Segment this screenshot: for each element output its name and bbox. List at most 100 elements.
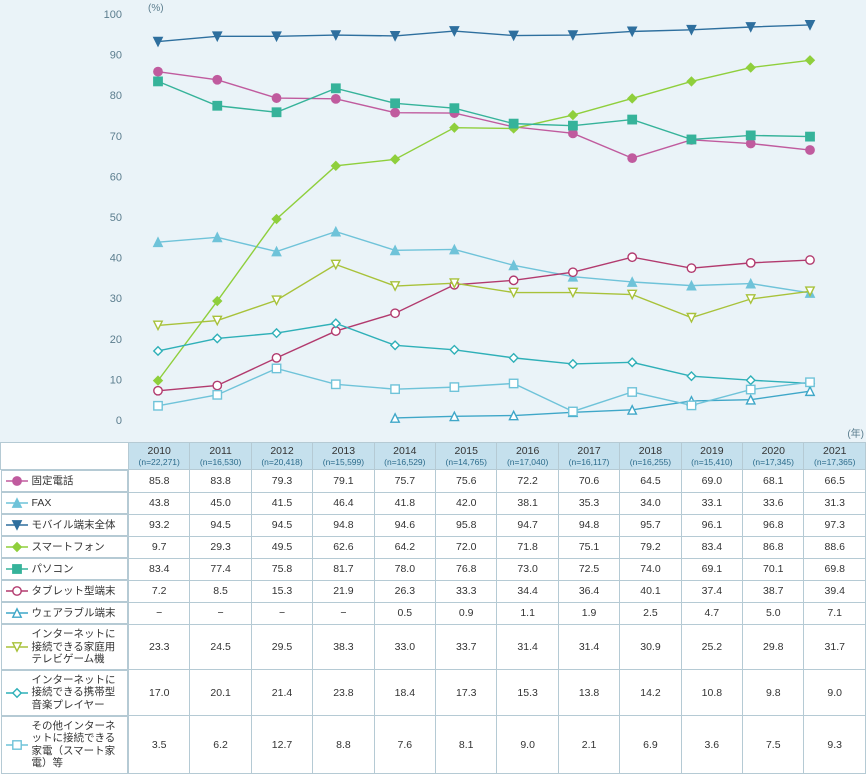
table-cell: − [313,602,374,624]
svg-text:40: 40 [110,253,122,265]
table-cell: 41.8 [374,492,435,514]
table-cell: 94.5 [190,514,251,536]
table-cell: 72.0 [436,536,497,558]
table-cell: 9.7 [129,536,190,558]
table-cell: 79.1 [313,470,374,493]
table-cell: 15.3 [497,670,558,716]
table-cell: 93.2 [129,514,190,536]
table-cell: 7.2 [129,580,190,602]
table-cell: 7.5 [743,716,804,774]
year-header: 2016(n=17,040) [497,443,558,470]
table-cell: 88.6 [804,536,866,558]
year-header: 2018(n=16,255) [620,443,681,470]
table-cell: 4.7 [681,602,742,624]
table-cell: 71.8 [497,536,558,558]
table-cell: 41.5 [251,492,312,514]
year-header: 2012(n=20,418) [251,443,312,470]
table-cell: 9.0 [497,716,558,774]
table-cell: 8.5 [190,580,251,602]
table-cell: 79.3 [251,470,312,493]
table-cell: 33.1 [681,492,742,514]
table-cell: 20.1 [190,670,251,716]
table-cell: 37.4 [681,580,742,602]
series-label: その他インターネットに接続できる家電（スマート家電）等 [1,716,129,774]
table-cell: 9.0 [804,670,866,716]
table-cell: 79.2 [620,536,681,558]
table-cell: 75.8 [251,558,312,580]
table-cell: 38.7 [743,580,804,602]
table-cell: 42.0 [436,492,497,514]
table-cell: 69.1 [681,558,742,580]
legend-icon [6,474,28,488]
table-cell: 39.4 [804,580,866,602]
table-cell: 68.1 [743,470,804,493]
year-header: 2019(n=15,410) [681,443,742,470]
svg-text:0: 0 [116,415,122,427]
table-cell: 73.0 [497,558,558,580]
table-cell: 83.8 [190,470,251,493]
table-cell: 70.6 [558,470,619,493]
table-cell: 26.3 [374,580,435,602]
table-cell: 96.8 [743,514,804,536]
table-cell: 18.4 [374,670,435,716]
year-header: 2015(n=14,765) [436,443,497,470]
svg-text:30: 30 [110,293,122,305]
table-cell: 96.1 [681,514,742,536]
year-header: 2017(n=16,117) [558,443,619,470]
table-cell: 72.2 [497,470,558,493]
table-cell: 85.8 [129,470,190,493]
svg-text:50: 50 [110,212,122,224]
table-cell: 86.8 [743,536,804,558]
series-label: インターネットに接続できる家庭用テレビゲーム機 [1,624,129,670]
table-cell: 43.8 [129,492,190,514]
table-cell: 0.5 [374,602,435,624]
legend-icon [6,606,28,620]
table-cell: 75.6 [436,470,497,493]
svg-text:70: 70 [110,131,122,143]
table-cell: 8.1 [436,716,497,774]
table-cell: 72.5 [558,558,619,580]
table-cell: 69.0 [681,470,742,493]
table-cell: 14.2 [620,670,681,716]
table-cell: 45.0 [190,492,251,514]
chart-root: (%) (年) 0102030405060708090100 2010(n=22… [0,0,866,720]
legend-icon [6,562,28,576]
table-cell: 9.3 [804,716,866,774]
table-cell: 6.9 [620,716,681,774]
table-cell: 83.4 [129,558,190,580]
table-cell: 3.6 [681,716,742,774]
series-label: ウェアラブル端末 [1,602,129,624]
table-cell: 94.5 [251,514,312,536]
table-cell: 49.5 [251,536,312,558]
svg-text:100: 100 [104,9,122,21]
table-cell: 95.7 [620,514,681,536]
table-cell: 74.0 [620,558,681,580]
series-label: スマートフォン [1,536,129,558]
svg-text:80: 80 [110,90,122,102]
table-cell: 29.5 [251,624,312,670]
legend-icon [6,518,28,532]
table-cell: 1.9 [558,602,619,624]
table-cell: 13.8 [558,670,619,716]
table-cell: 33.6 [743,492,804,514]
table-cell: 35.3 [558,492,619,514]
table-cell: 83.4 [681,536,742,558]
table-cell: 81.7 [313,558,374,580]
table-cell: − [129,602,190,624]
table-cell: 12.7 [251,716,312,774]
table-corner [1,443,129,470]
table-cell: 31.4 [558,624,619,670]
table-cell: 31.3 [804,492,866,514]
table-cell: 76.8 [436,558,497,580]
table-cell: 5.0 [743,602,804,624]
table-cell: 10.8 [681,670,742,716]
table-cell: 8.8 [313,716,374,774]
year-header: 2011(n=16,530) [190,443,251,470]
table-cell: 33.0 [374,624,435,670]
table-cell: 31.4 [497,624,558,670]
legend-icon [6,540,28,554]
table-cell: 34.4 [497,580,558,602]
svg-text:60: 60 [110,171,122,183]
x-axis-label: (年) [847,425,864,440]
table-cell: 3.5 [129,716,190,774]
